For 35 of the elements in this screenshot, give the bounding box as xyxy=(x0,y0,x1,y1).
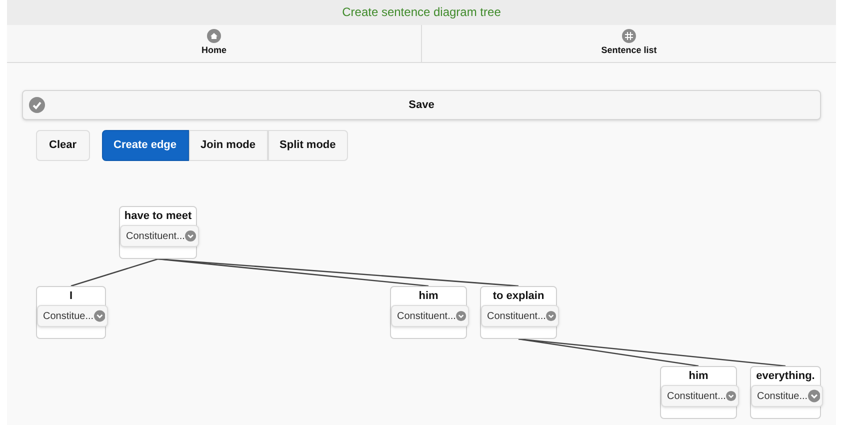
node-label: I xyxy=(68,289,74,304)
chevron-down-icon xyxy=(726,388,736,404)
node-label: have to meet xyxy=(123,209,193,224)
constituent-select[interactable]: Constitue... xyxy=(37,305,108,327)
tree-node[interactable]: to explain Constituent... xyxy=(480,286,557,339)
chevron-down-icon xyxy=(184,228,196,244)
chevron-down-icon xyxy=(94,308,105,324)
tree-node[interactable]: I Constitue... xyxy=(36,286,106,339)
clear-button[interactable]: Clear xyxy=(36,130,90,161)
node-label: to explain xyxy=(492,289,546,304)
chevron-down-icon xyxy=(546,308,556,324)
constituent-select[interactable]: Constituent... xyxy=(661,385,739,407)
mode-button[interactable]: Create edge xyxy=(102,130,189,161)
tree-node[interactable]: everything. Constitue... xyxy=(750,366,821,419)
node-label: him xyxy=(688,369,710,384)
node-label: him xyxy=(418,289,440,304)
tree-node[interactable]: him Constituent... xyxy=(390,286,467,339)
chevron-down-icon xyxy=(808,388,820,404)
constituent-select[interactable]: Constituent... xyxy=(120,225,199,247)
save-button[interactable]: Save xyxy=(22,90,821,120)
node-label: everything. xyxy=(755,369,816,384)
constituent-select[interactable]: Constitue... xyxy=(751,385,823,407)
constituent-select[interactable]: Constituent... xyxy=(391,305,469,327)
chevron-down-icon xyxy=(456,308,466,324)
nav-tab[interactable]: Sentence list xyxy=(421,25,836,62)
grid-icon xyxy=(622,29,636,44)
tree-node[interactable]: him Constituent... xyxy=(660,366,737,419)
nav-tab[interactable]: Home xyxy=(7,25,421,62)
home-icon xyxy=(207,29,221,44)
mode-button[interactable]: Join mode xyxy=(188,130,268,161)
tree-node[interactable]: have to meet Constituent... xyxy=(119,206,197,259)
constituent-select[interactable]: Constituent... xyxy=(481,305,559,327)
check-icon xyxy=(29,97,45,113)
page-title: Create sentence diagram tree xyxy=(7,0,836,25)
mode-button[interactable]: Split mode xyxy=(268,130,348,161)
